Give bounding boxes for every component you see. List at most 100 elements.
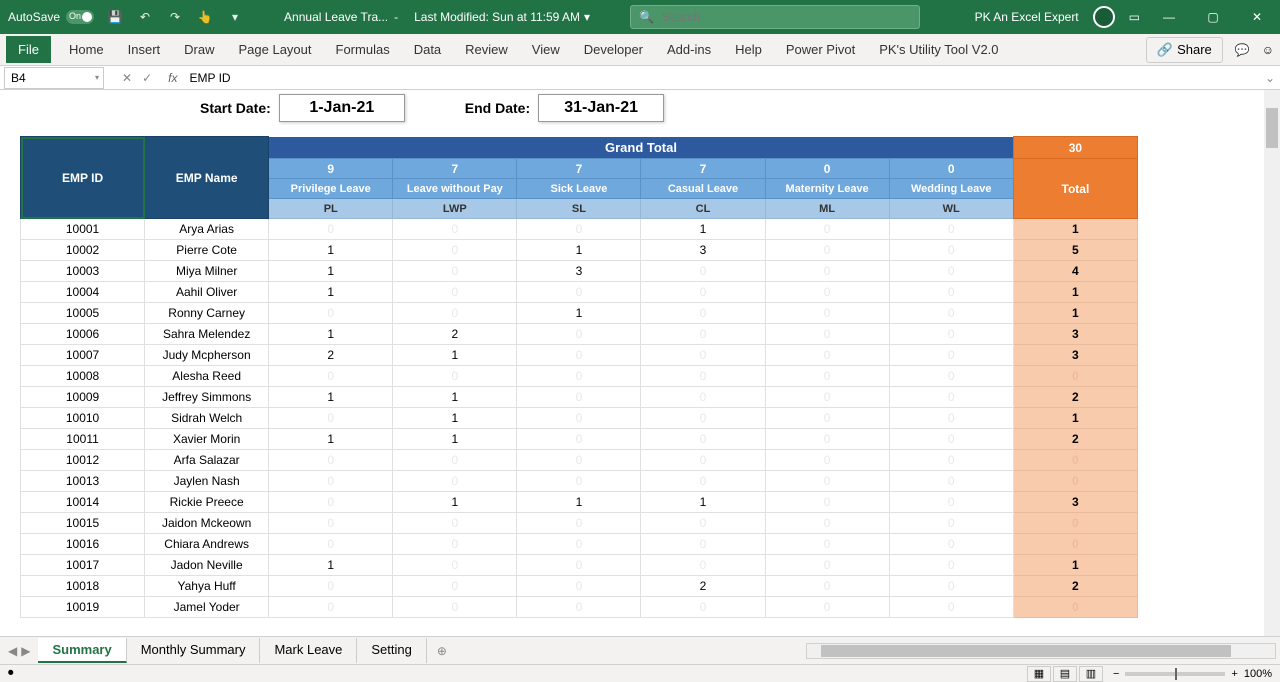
maximize-button[interactable]: ▢ xyxy=(1198,0,1228,34)
cell-leave-value[interactable]: 0 xyxy=(269,597,393,618)
cell-emp-id[interactable]: 10007 xyxy=(21,345,145,366)
cell-leave-value[interactable]: 1 xyxy=(269,555,393,576)
cell-leave-value[interactable]: 0 xyxy=(269,534,393,555)
cell-leave-value[interactable]: 0 xyxy=(393,261,517,282)
table-row[interactable]: 10010Sidrah Welch0100001 xyxy=(21,408,1138,429)
cell-emp-name[interactable]: Judy Mcpherson xyxy=(145,345,269,366)
cell-leave-value[interactable]: 0 xyxy=(889,471,1013,492)
cell-leave-value[interactable]: 0 xyxy=(765,429,889,450)
formula-expand-icon[interactable]: ⌄ xyxy=(1260,71,1280,85)
cell-leave-value[interactable]: 0 xyxy=(269,513,393,534)
cell-leave-value[interactable]: 1 xyxy=(269,324,393,345)
cell-leave-value[interactable]: 0 xyxy=(641,282,765,303)
cell-leave-value[interactable]: 0 xyxy=(393,240,517,261)
cell-leave-value[interactable]: 0 xyxy=(641,366,765,387)
table-row[interactable]: 10011Xavier Morin1100002 xyxy=(21,429,1138,450)
table-row[interactable]: 10008Alesha Reed0000000 xyxy=(21,366,1138,387)
cell-leave-value[interactable]: 0 xyxy=(517,513,641,534)
cell-leave-value[interactable]: 0 xyxy=(641,450,765,471)
start-date-box[interactable]: 1-Jan-21 xyxy=(279,94,405,122)
enter-icon[interactable]: ✓ xyxy=(142,71,152,85)
table-row[interactable]: 10016Chiara Andrews0000000 xyxy=(21,534,1138,555)
cell-emp-id[interactable]: 10001 xyxy=(21,219,145,240)
table-row[interactable]: 10019Jamel Yoder0000000 xyxy=(21,597,1138,618)
cell-total[interactable]: 4 xyxy=(1013,261,1137,282)
cell-total[interactable]: 0 xyxy=(1013,366,1137,387)
header-leave-type[interactable]: Sick Leave xyxy=(517,179,641,199)
cell-total[interactable]: 1 xyxy=(1013,282,1137,303)
cell-leave-value[interactable]: 0 xyxy=(765,345,889,366)
cell-leave-value[interactable]: 1 xyxy=(393,492,517,513)
cell-leave-value[interactable]: 1 xyxy=(393,408,517,429)
table-row[interactable]: 10001Arya Arias0001001 xyxy=(21,219,1138,240)
ribbon-tab-add-ins[interactable]: Add-ins xyxy=(655,36,723,63)
cell-leave-value[interactable]: 0 xyxy=(889,366,1013,387)
cell-leave-value[interactable]: 0 xyxy=(889,429,1013,450)
comments-icon[interactable]: 💬 xyxy=(1235,43,1250,57)
cell-leave-value[interactable]: 0 xyxy=(765,324,889,345)
cell-leave-value[interactable]: 0 xyxy=(889,303,1013,324)
cell-leave-value[interactable]: 1 xyxy=(393,387,517,408)
cell-emp-id[interactable]: 10005 xyxy=(21,303,145,324)
cell-leave-value[interactable]: 0 xyxy=(517,429,641,450)
cell-leave-value[interactable]: 0 xyxy=(393,219,517,240)
cell-total[interactable]: 0 xyxy=(1013,513,1137,534)
cell-leave-value[interactable]: 0 xyxy=(765,471,889,492)
undo-icon[interactable]: ↶ xyxy=(136,8,154,26)
cell-total[interactable]: 3 xyxy=(1013,345,1137,366)
cell-emp-name[interactable]: Jaylen Nash xyxy=(145,471,269,492)
page-break-view-icon[interactable]: ▥ xyxy=(1079,666,1103,682)
cell-total[interactable]: 3 xyxy=(1013,324,1137,345)
user-name[interactable]: PK An Excel Expert xyxy=(975,10,1079,24)
header-total-count[interactable]: 30 xyxy=(1013,137,1137,159)
cell-leave-value[interactable]: 0 xyxy=(269,450,393,471)
cell-total[interactable]: 0 xyxy=(1013,471,1137,492)
table-row[interactable]: 10002Pierre Cote1013005 xyxy=(21,240,1138,261)
cell-leave-value[interactable]: 2 xyxy=(269,345,393,366)
cell-leave-value[interactable]: 0 xyxy=(641,534,765,555)
table-row[interactable]: 10009Jeffrey Simmons1100002 xyxy=(21,387,1138,408)
table-row[interactable]: 10005Ronny Carney0010001 xyxy=(21,303,1138,324)
cell-total[interactable]: 2 xyxy=(1013,576,1137,597)
cell-total[interactable]: 2 xyxy=(1013,387,1137,408)
header-emp-name[interactable]: EMP Name xyxy=(145,137,269,219)
cell-leave-value[interactable]: 0 xyxy=(269,492,393,513)
header-leave-type[interactable]: Casual Leave xyxy=(641,179,765,199)
cell-leave-value[interactable]: 0 xyxy=(269,366,393,387)
touch-icon[interactable]: 👆 xyxy=(196,8,214,26)
vertical-scrollbar[interactable] xyxy=(1264,90,1280,636)
cell-leave-value[interactable]: 2 xyxy=(393,324,517,345)
cell-leave-value[interactable]: 0 xyxy=(765,282,889,303)
horizontal-scrollbar[interactable] xyxy=(806,643,1276,659)
search-box[interactable]: 🔍 xyxy=(630,5,920,29)
sheet-tab-setting[interactable]: Setting xyxy=(357,638,426,663)
ribbon-tab-pk-s-utility-tool-v2-0[interactable]: PK's Utility Tool V2.0 xyxy=(867,36,1010,63)
cell-emp-name[interactable]: Alesha Reed xyxy=(145,366,269,387)
ribbon-display-icon[interactable]: ▭ xyxy=(1129,10,1140,24)
cell-leave-value[interactable]: 0 xyxy=(765,597,889,618)
cell-leave-value[interactable]: 1 xyxy=(517,240,641,261)
header-count[interactable]: 7 xyxy=(393,159,517,179)
cell-leave-value[interactable]: 1 xyxy=(517,303,641,324)
sheet-tab-summary[interactable]: Summary xyxy=(38,638,126,663)
cell-total[interactable]: 3 xyxy=(1013,492,1137,513)
cell-leave-value[interactable]: 0 xyxy=(517,387,641,408)
table-row[interactable]: 10006Sahra Melendez1200003 xyxy=(21,324,1138,345)
cell-leave-value[interactable]: 0 xyxy=(889,240,1013,261)
cell-leave-value[interactable]: 2 xyxy=(641,576,765,597)
cell-leave-value[interactable]: 0 xyxy=(889,219,1013,240)
cell-leave-value[interactable]: 0 xyxy=(889,597,1013,618)
smiley-icon[interactable]: ☺ xyxy=(1262,43,1274,57)
cell-total[interactable]: 1 xyxy=(1013,303,1137,324)
cell-total[interactable]: 1 xyxy=(1013,219,1137,240)
cell-emp-name[interactable]: Sidrah Welch xyxy=(145,408,269,429)
table-row[interactable]: 10004Aahil Oliver1000001 xyxy=(21,282,1138,303)
cell-leave-value[interactable]: 0 xyxy=(641,597,765,618)
cell-emp-name[interactable]: Yahya Huff xyxy=(145,576,269,597)
cell-leave-value[interactable]: 1 xyxy=(269,429,393,450)
tab-next-icon[interactable]: ▶ xyxy=(21,644,30,658)
cell-emp-id[interactable]: 10004 xyxy=(21,282,145,303)
cell-emp-id[interactable]: 10010 xyxy=(21,408,145,429)
header-emp-id[interactable]: EMP ID xyxy=(21,137,145,219)
cell-leave-value[interactable]: 0 xyxy=(889,492,1013,513)
